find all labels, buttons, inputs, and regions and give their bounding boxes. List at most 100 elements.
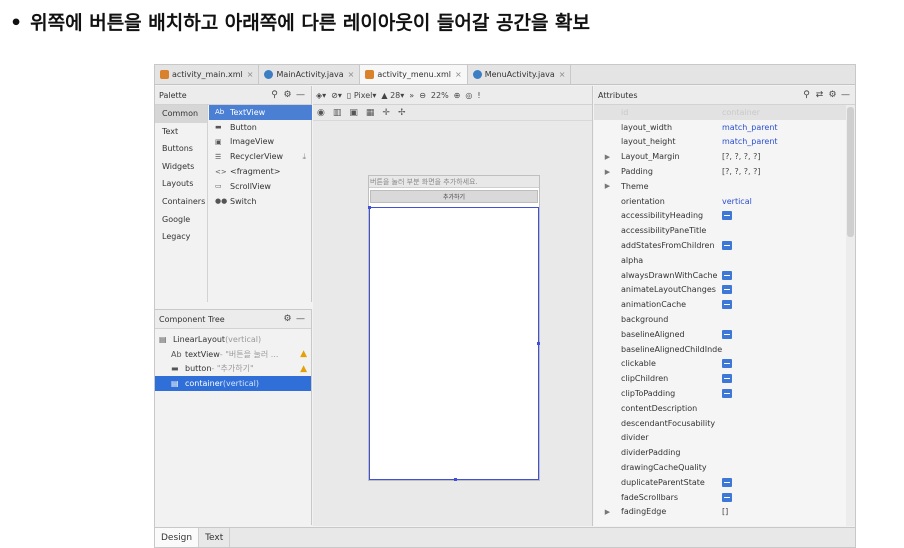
download-icon[interactable]: ⤓ xyxy=(302,152,306,162)
attribute-row-theme[interactable]: ▶ Theme xyxy=(594,179,846,194)
palette-category-buttons[interactable]: Buttons xyxy=(155,140,207,158)
boolean-toggle-icon[interactable] xyxy=(722,329,732,339)
search-icon[interactable]: ⚲ xyxy=(800,90,813,100)
palette-category-layouts[interactable]: Layouts xyxy=(155,175,207,193)
search-icon[interactable]: ⚲ xyxy=(268,90,281,100)
preview-add-button[interactable]: 추가하기 xyxy=(370,190,538,203)
boolean-toggle-icon[interactable] xyxy=(722,477,732,487)
palette-item-textview[interactable]: Ab TextView xyxy=(209,105,312,120)
palette-item-imageview[interactable]: ▣ ImageView xyxy=(209,135,312,150)
attribute-value[interactable]: match_parent xyxy=(722,123,778,132)
expand-arrow-icon[interactable]: ▶ xyxy=(594,153,621,161)
resize-handle[interactable] xyxy=(537,342,540,345)
attribute-row-drawingcachequality[interactable]: drawingCacheQuality xyxy=(594,460,846,475)
palette-category-google[interactable]: Google xyxy=(155,211,207,229)
zoom-out-icon[interactable]: ⊖ xyxy=(419,91,426,100)
tab-main-activity-java[interactable]: MainActivity.java × xyxy=(259,65,361,84)
attribute-row-background[interactable]: background xyxy=(594,312,846,327)
gear-icon[interactable]: ⚙ xyxy=(281,314,294,324)
expand-arrow-icon[interactable]: ▶ xyxy=(594,182,621,190)
attribute-row-id[interactable]: id container xyxy=(594,105,846,120)
palette-item-switch[interactable]: ●● Switch xyxy=(209,194,312,209)
tab-activity-main-xml[interactable]: activity_main.xml × xyxy=(155,65,260,84)
boolean-toggle-icon[interactable] xyxy=(722,241,732,251)
palette-category-text[interactable]: Text xyxy=(155,123,207,141)
attribute-row-baselinealigned[interactable]: baselineAligned xyxy=(594,327,846,342)
boolean-toggle-icon[interactable] xyxy=(722,359,732,369)
expand-arrow-icon[interactable]: ▶ xyxy=(594,508,621,516)
more-icon[interactable]: » xyxy=(409,91,414,100)
attribute-row-alpha[interactable]: alpha xyxy=(594,253,846,268)
palette-category-containers[interactable]: Containers xyxy=(155,193,207,211)
resize-handle[interactable] xyxy=(368,206,371,209)
palette-category-widgets[interactable]: Widgets xyxy=(155,158,207,176)
boolean-toggle-icon[interactable] xyxy=(722,389,732,399)
boolean-toggle-icon[interactable] xyxy=(722,374,732,384)
boolean-toggle-icon[interactable] xyxy=(722,300,732,310)
gear-icon[interactable]: ⚙ xyxy=(826,90,839,100)
attribute-row-addstatesfromchildren[interactable]: addStatesFromChildren xyxy=(594,238,846,253)
layout-outline-icon[interactable]: ▥ xyxy=(333,108,342,118)
minimize-icon[interactable]: — xyxy=(294,90,307,100)
warning-icon[interactable]: ▲ xyxy=(300,364,307,374)
orientation-icon[interactable]: ⊘▾ xyxy=(331,91,342,100)
boolean-toggle-icon[interactable] xyxy=(722,285,732,295)
design-surface-icon[interactable]: ◈▾ xyxy=(316,91,326,100)
resize-handle[interactable] xyxy=(454,478,457,481)
attribute-row-duplicateparentstate[interactable]: duplicateParentState xyxy=(594,475,846,490)
attribute-row-contentdescription[interactable]: contentDescription xyxy=(594,401,846,416)
attribute-row-clickable[interactable]: clickable xyxy=(594,357,846,372)
palette-item-scrollview[interactable]: ▭ ScrollView xyxy=(209,179,312,194)
horizontal-guideline-icon[interactable]: ✛ xyxy=(382,108,390,118)
attribute-row-baselinealignedchildindex[interactable]: baselineAlignedChildIndex xyxy=(594,342,846,357)
palette-item-button[interactable]: ▬ Button xyxy=(209,120,312,135)
palette-category-common[interactable]: Common xyxy=(155,105,207,123)
expand-arrow-icon[interactable]: ▶ xyxy=(594,168,621,176)
eye-icon[interactable]: ◉ xyxy=(317,108,325,118)
attributes-scrollbar[interactable] xyxy=(846,105,855,526)
attribute-row-divider[interactable]: divider xyxy=(594,431,846,446)
attribute-row-dividerpadding[interactable]: dividerPadding xyxy=(594,445,846,460)
warning-icon[interactable]: ▲ xyxy=(300,349,307,359)
minimize-icon[interactable]: — xyxy=(839,90,852,100)
attribute-row-clipchildren[interactable]: clipChildren xyxy=(594,371,846,386)
tab-menu-activity-java[interactable]: MenuActivity.java × xyxy=(468,65,572,84)
tab-activity-menu-xml[interactable]: activity_menu.xml × xyxy=(360,65,468,84)
attribute-row-animatelayoutchanges[interactable]: animateLayoutChanges xyxy=(594,283,846,298)
api-level-selector[interactable]: ▲ 28▾ xyxy=(381,91,404,100)
attribute-row-fadingedge[interactable]: ▶ fadingEdge [] xyxy=(594,505,846,520)
device-selector[interactable]: ▯ Pixel▾ xyxy=(347,91,376,100)
close-tab-icon[interactable]: × xyxy=(559,70,566,79)
attribute-value[interactable]: [] xyxy=(722,507,728,516)
attribute-row-accessibilityheading[interactable]: accessibilityHeading xyxy=(594,209,846,224)
boolean-toggle-icon[interactable] xyxy=(722,211,732,221)
palette-category-legacy[interactable]: Legacy xyxy=(155,228,207,246)
preview-container-layout[interactable] xyxy=(368,206,540,481)
preview-textview[interactable]: 버튼을 눌러 부분 화면을 추가하세요. xyxy=(369,176,539,188)
tree-node-container[interactable]: ▤ container (vertical) xyxy=(155,376,311,392)
margin-icon[interactable]: ▣ xyxy=(349,108,358,118)
attribute-row-descendantfocusability[interactable]: descendantFocusability xyxy=(594,416,846,431)
attribute-row-orientation[interactable]: orientation vertical xyxy=(594,194,846,209)
palette-item-recyclerview[interactable]: ☰ RecyclerView ⤓ xyxy=(209,149,312,164)
warnings-icon[interactable]: ! xyxy=(477,91,480,100)
attribute-row-layout-width[interactable]: layout_width match_parent xyxy=(594,120,846,135)
boolean-toggle-icon[interactable] xyxy=(722,270,732,280)
attribute-value[interactable]: container xyxy=(722,108,760,117)
attribute-row-accessibilitypanetitle[interactable]: accessibilityPaneTitle xyxy=(594,223,846,238)
zoom-in-icon[interactable]: ⊕ xyxy=(454,91,461,100)
tree-node-button[interactable]: ▬ button - "추가하기" ▲ xyxy=(155,362,311,377)
attribute-row-fadescrollbars[interactable]: fadeScrollbars xyxy=(594,490,846,505)
tab-design[interactable]: Design xyxy=(155,528,200,547)
tree-node-linearlayout[interactable]: ▤ LinearLayout (vertical) xyxy=(155,332,311,347)
zoom-fit-icon[interactable]: ◎ xyxy=(465,91,472,100)
swap-view-icon[interactable]: ⇄ xyxy=(813,90,826,100)
constraint-icon[interactable]: ▦ xyxy=(366,108,375,118)
attribute-value[interactable]: [?, ?, ?, ?] xyxy=(722,167,760,176)
attribute-value[interactable]: match_parent xyxy=(722,137,778,146)
attribute-row-animationcache[interactable]: animationCache xyxy=(594,297,846,312)
vertical-guideline-icon[interactable]: ✢ xyxy=(398,108,406,118)
attribute-row-padding[interactable]: ▶ Padding [?, ?, ?, ?] xyxy=(594,164,846,179)
attribute-row-alwaysdrawnwithcache[interactable]: alwaysDrawnWithCache xyxy=(594,268,846,283)
tree-node-textview[interactable]: Ab textView - "버튼을 눌러 ... ▲ xyxy=(155,347,311,362)
